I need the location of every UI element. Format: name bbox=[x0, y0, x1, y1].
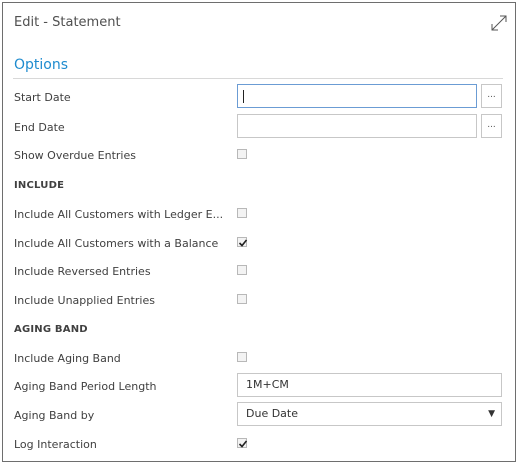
include-all-customers-balance-label: Include All Customers with a Balance bbox=[14, 237, 219, 250]
checkmark-icon bbox=[238, 239, 248, 247]
include-all-customers-ledger-label: Include All Customers with Ledger E... bbox=[14, 208, 224, 221]
include-unapplied-entries-checkbox[interactable] bbox=[237, 294, 247, 304]
aging-band-by-value: Due Date bbox=[246, 407, 298, 420]
aging-band-by-select[interactable]: Due Date ▼ bbox=[237, 402, 502, 426]
checkmark-icon bbox=[238, 440, 248, 448]
show-overdue-checkbox[interactable] bbox=[237, 149, 247, 159]
log-interaction-label: Log Interaction bbox=[14, 438, 97, 451]
dialog-title: Edit - Statement bbox=[14, 15, 121, 30]
dropdown-arrow-icon: ▼ bbox=[488, 409, 495, 419]
aging-band-heading: AGING BAND bbox=[14, 324, 88, 335]
end-date-lookup-button[interactable]: ... bbox=[481, 114, 502, 138]
show-overdue-label: Show Overdue Entries bbox=[14, 149, 136, 162]
start-date-label: Start Date bbox=[14, 91, 71, 104]
include-all-customers-ledger-checkbox[interactable] bbox=[237, 208, 247, 218]
section-title-options: Options bbox=[14, 57, 69, 73]
log-interaction-checkbox[interactable] bbox=[237, 438, 248, 448]
start-date-lookup-button[interactable]: ... bbox=[481, 84, 502, 108]
include-reversed-entries-checkbox[interactable] bbox=[237, 265, 247, 275]
include-reversed-entries-label: Include Reversed Entries bbox=[14, 265, 151, 278]
include-all-customers-balance-checkbox[interactable] bbox=[237, 237, 248, 247]
aging-band-period-length-label: Aging Band Period Length bbox=[14, 380, 157, 393]
end-date-field[interactable] bbox=[237, 114, 477, 138]
include-heading: INCLUDE bbox=[14, 180, 65, 191]
aging-band-by-label: Aging Band by bbox=[14, 409, 95, 422]
include-unapplied-entries-label: Include Unapplied Entries bbox=[14, 294, 155, 307]
text-caret bbox=[243, 90, 244, 103]
include-aging-band-checkbox[interactable] bbox=[237, 352, 247, 362]
start-date-field[interactable] bbox=[237, 84, 477, 108]
include-aging-band-label: Include Aging Band bbox=[14, 352, 121, 365]
edit-statement-dialog: Edit - Statement Options Start Date ... … bbox=[2, 2, 516, 462]
aging-band-period-length-field[interactable]: 1M+CM bbox=[237, 373, 502, 397]
end-date-label: End Date bbox=[14, 121, 65, 134]
expand-diagonal-icon[interactable] bbox=[489, 13, 509, 33]
section-divider bbox=[13, 78, 503, 79]
